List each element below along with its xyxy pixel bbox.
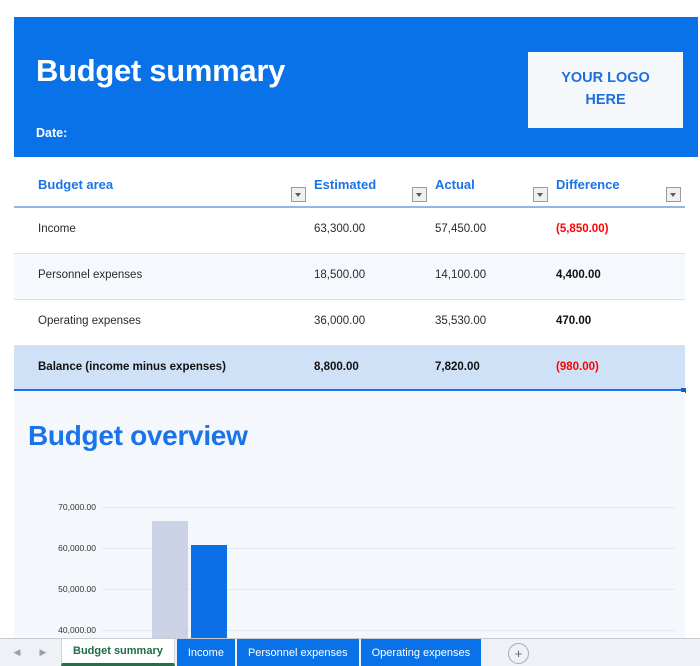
cell-estimated: 36,000.00: [314, 315, 366, 327]
cell-estimated: 63,300.00: [314, 223, 366, 235]
y-axis-tick-label: 40,000.00: [58, 625, 96, 635]
worksheet-canvas[interactable]: Budget summary Date: YOUR LOGO HERE Budg…: [0, 0, 700, 638]
cell-actual: 7,820.00: [435, 361, 480, 373]
sheet-tab-personnel-expenses[interactable]: Personnel expenses: [236, 639, 359, 666]
logo-placeholder-text: YOUR LOGO HERE: [561, 70, 650, 108]
table-row-balance-selected[interactable]: Balance (income minus expenses) 8,800.00…: [14, 346, 686, 393]
budget-table[interactable]: Budget area Estimated Actual Difference …: [14, 168, 686, 393]
y-axis-tick-label: 70,000.00: [58, 502, 96, 512]
table-row[interactable]: Income 63,300.00 57,450.00 (5,850.00): [14, 208, 685, 254]
filter-dropdown-icon-difference[interactable]: [666, 187, 681, 202]
filter-dropdown-icon-budget-area[interactable]: [291, 187, 306, 202]
chevron-right-icon[interactable]: ▶: [30, 639, 56, 666]
cell-actual: 57,450.00: [435, 223, 487, 235]
cell-budget-area: Operating expenses: [38, 315, 141, 327]
sheet-tabs[interactable]: Budget summary Income Personnel expenses…: [61, 639, 483, 666]
cell-budget-area: Income: [38, 223, 76, 235]
cell-difference: 470.00: [556, 315, 592, 327]
budget-summary-banner: Budget summary Date: YOUR LOGO HERE: [14, 17, 698, 157]
cell-estimated: 18,500.00: [314, 269, 366, 281]
gridline-70000: [102, 507, 675, 508]
filter-dropdown-icon-estimated[interactable]: [412, 187, 427, 202]
chart-plot-area: 70,000.00 60,000.00 50,000.00 40,000.00: [34, 499, 677, 638]
table-row[interactable]: Personnel expenses 18,500.00 14,100.00 4…: [14, 254, 685, 300]
column-header-actual[interactable]: Actual: [435, 177, 475, 192]
sheet-tab-budget-summary[interactable]: Budget summary: [61, 639, 175, 666]
filter-dropdown-icon-actual[interactable]: [533, 187, 548, 202]
bar-estimated-income: [152, 521, 188, 638]
chart-title: Budget overview: [28, 420, 248, 451]
bar-actual-income: [191, 545, 227, 638]
cell-difference: (980.00): [556, 361, 599, 373]
page-title: Budget summary: [36, 53, 286, 88]
column-header-budget-area[interactable]: Budget area: [38, 177, 113, 192]
budget-overview-chart[interactable]: Budget overview 70,000.00 60,000.00 50,0…: [14, 392, 685, 638]
cell-actual: 14,100.00: [435, 269, 487, 281]
sheet-tab-income[interactable]: Income: [176, 639, 235, 666]
column-header-difference[interactable]: Difference: [556, 177, 620, 192]
y-axis-tick-label: 60,000.00: [58, 543, 96, 553]
y-axis-tick-label: 50,000.00: [58, 584, 96, 594]
cell-budget-area: Balance (income minus expenses): [38, 361, 226, 373]
cell-estimated: 8,800.00: [314, 361, 359, 373]
sheet-tab-operating-expenses[interactable]: Operating expenses: [360, 639, 482, 666]
sheet-tab-bar[interactable]: ◀ ▶ Budget summary Income Personnel expe…: [0, 638, 700, 666]
cell-difference: (5,850.00): [556, 223, 609, 235]
logo-placeholder[interactable]: YOUR LOGO HERE: [528, 52, 683, 128]
sheet-navigation-arrows[interactable]: ◀ ▶: [4, 639, 56, 666]
date-label: Date:: [36, 126, 68, 140]
plus-circle-icon[interactable]: +: [508, 643, 529, 664]
cell-actual: 35,530.00: [435, 315, 487, 327]
cell-difference: 4,400.00: [556, 269, 601, 281]
table-header-row: Budget area Estimated Actual Difference: [14, 168, 685, 208]
table-row[interactable]: Operating expenses 36,000.00 35,530.00 4…: [14, 300, 685, 346]
cell-budget-area: Personnel expenses: [38, 269, 143, 281]
chevron-left-icon[interactable]: ◀: [4, 639, 30, 666]
column-header-estimated[interactable]: Estimated: [314, 177, 376, 192]
